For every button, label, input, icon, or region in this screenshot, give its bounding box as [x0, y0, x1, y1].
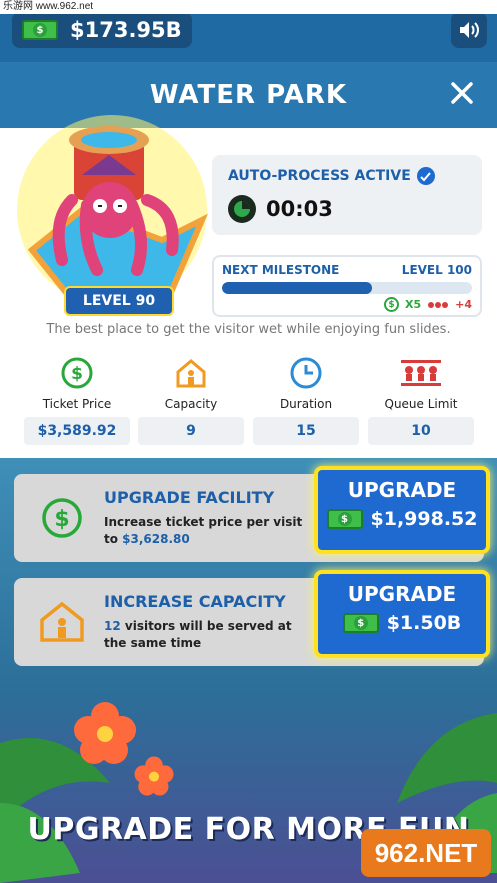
- upgrade-price: $1,998.52: [370, 508, 478, 530]
- timer-value: 00:03: [266, 197, 333, 221]
- milestone-label: NEXT MILESTONE: [222, 263, 340, 277]
- watermark-top: 乐游网 www.962.net: [0, 0, 497, 14]
- speaker-icon: [460, 22, 479, 38]
- svg-text:$: $: [71, 364, 83, 384]
- clock-icon: [290, 357, 322, 389]
- milestone-card: NEXT MILESTONE LEVEL 100 $ X5 +4: [212, 255, 482, 317]
- increase-capacity-card: INCREASE CAPACITY 12 visitors will be se…: [14, 570, 490, 666]
- reward-queue: +4: [455, 298, 472, 311]
- queue-icon: [428, 301, 449, 308]
- stat-label: Ticket Price: [42, 397, 112, 411]
- upgrade-highlight: $3,628.80: [122, 532, 190, 546]
- auto-process-label: AUTO-PROCESS ACTIVE: [228, 168, 411, 184]
- stat-capacity: Capacity 9: [138, 355, 244, 445]
- stat-ticket-price: $ Ticket Price $3,589.92: [24, 355, 130, 445]
- upgrade-highlight: 12: [104, 619, 121, 633]
- upgrade-description: Increase ticket price per visit to $3,62…: [104, 514, 314, 548]
- upgrade-price: $1.50B: [386, 612, 462, 634]
- auto-process-title: AUTO-PROCESS ACTIVE: [228, 167, 466, 185]
- milestone-target: LEVEL 100: [401, 263, 472, 277]
- stat-value: 15: [253, 417, 359, 445]
- stat-label: Duration: [279, 397, 333, 411]
- upgrade-button-label: UPGRADE: [347, 582, 457, 606]
- watermark-logo: 962.NET: [361, 829, 491, 877]
- flower-icon: [134, 756, 174, 796]
- stats-row: $ Ticket Price $3,589.92 Capacity 9 Dura…: [20, 355, 480, 445]
- stat-value: $3,589.92: [24, 417, 130, 445]
- svg-text:$: $: [54, 507, 69, 532]
- reward-cash: X5: [404, 298, 422, 311]
- dollar-icon: $: [61, 357, 93, 389]
- sound-button[interactable]: [451, 12, 487, 48]
- stat-label: Queue Limit: [384, 397, 458, 411]
- close-icon[interactable]: [447, 78, 477, 108]
- stat-value: 10: [368, 417, 474, 445]
- dollar-coin-icon: $: [383, 297, 399, 312]
- house-person-icon: [176, 359, 206, 388]
- upgrade-facility-card: $ UPGRADE FACILITY Increase ticket price…: [14, 466, 490, 562]
- milestone-progress-bar: [222, 282, 472, 294]
- cash-icon: $: [326, 509, 363, 529]
- auto-process-card: AUTO-PROCESS ACTIVE 00:03: [212, 155, 482, 235]
- queue-icon: [401, 360, 441, 386]
- upgrade-title: UPGRADE FACILITY: [104, 488, 275, 507]
- facility-description: The best place to get the visitor wet wh…: [46, 322, 451, 337]
- upgrade-text-post: visitors will be served at the same time: [104, 619, 292, 650]
- stat-duration: Duration 15: [253, 355, 359, 445]
- timer-row: 00:03: [228, 195, 466, 223]
- level-badge: LEVEL 90: [64, 286, 174, 316]
- upgrade-title: INCREASE CAPACITY: [104, 592, 286, 611]
- stat-label: Capacity: [164, 397, 218, 411]
- checkmark-icon: [416, 167, 435, 185]
- wallet-amount: $173.95B: [70, 18, 182, 42]
- upgrade-button-label: UPGRADE: [347, 478, 457, 502]
- house-person-icon: [40, 601, 84, 642]
- upgrade-description: 12 visitors will be served at the same t…: [104, 618, 314, 652]
- cash-icon: $: [22, 20, 58, 40]
- dollar-icon: $: [42, 498, 82, 538]
- stat-value: 9: [138, 417, 244, 445]
- wallet-balance: $ $173.95B: [12, 12, 192, 48]
- flower-icon: [74, 702, 136, 764]
- water-park-building-image: [17, 115, 208, 305]
- stat-queue-limit: Queue Limit 10: [368, 355, 474, 445]
- increase-capacity-button[interactable]: UPGRADE $ $1.50B: [314, 570, 490, 658]
- timer-icon: [228, 195, 256, 223]
- upgrade-facility-button[interactable]: UPGRADE $ $1,998.52: [314, 466, 490, 554]
- milestone-rewards: $ X5 +4: [222, 297, 472, 312]
- cash-icon: $: [342, 613, 379, 633]
- milestone-progress-fill: [222, 282, 372, 294]
